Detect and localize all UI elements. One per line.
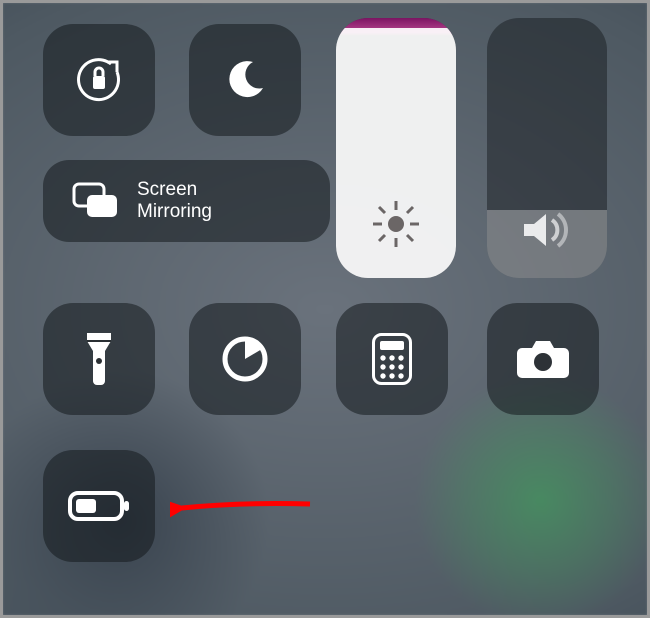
do-not-disturb-button[interactable] — [189, 24, 301, 136]
sun-icon — [370, 198, 422, 250]
rotation-lock-icon — [71, 52, 127, 108]
speaker-icon — [520, 208, 574, 252]
battery-low-icon — [68, 490, 130, 522]
calculator-icon — [372, 333, 412, 385]
calculator-button[interactable] — [336, 303, 448, 415]
moon-icon — [223, 58, 267, 102]
flashlight-icon — [83, 331, 115, 387]
brightness-slider[interactable] — [336, 18, 456, 278]
timer-icon — [220, 334, 270, 384]
low-power-mode-button[interactable] — [43, 450, 155, 562]
volume-slider[interactable] — [487, 18, 607, 278]
camera-button[interactable] — [487, 303, 599, 415]
screen-mirroring-button[interactable]: Screen Mirroring — [43, 160, 330, 242]
timer-button[interactable] — [189, 303, 301, 415]
screen-mirroring-label: Screen Mirroring — [137, 179, 212, 223]
flashlight-button[interactable] — [43, 303, 155, 415]
camera-icon — [516, 338, 570, 380]
screen-mirroring-icon — [71, 181, 121, 221]
orientation-lock-button[interactable] — [43, 24, 155, 136]
control-center: Screen Mirroring — [0, 0, 650, 618]
